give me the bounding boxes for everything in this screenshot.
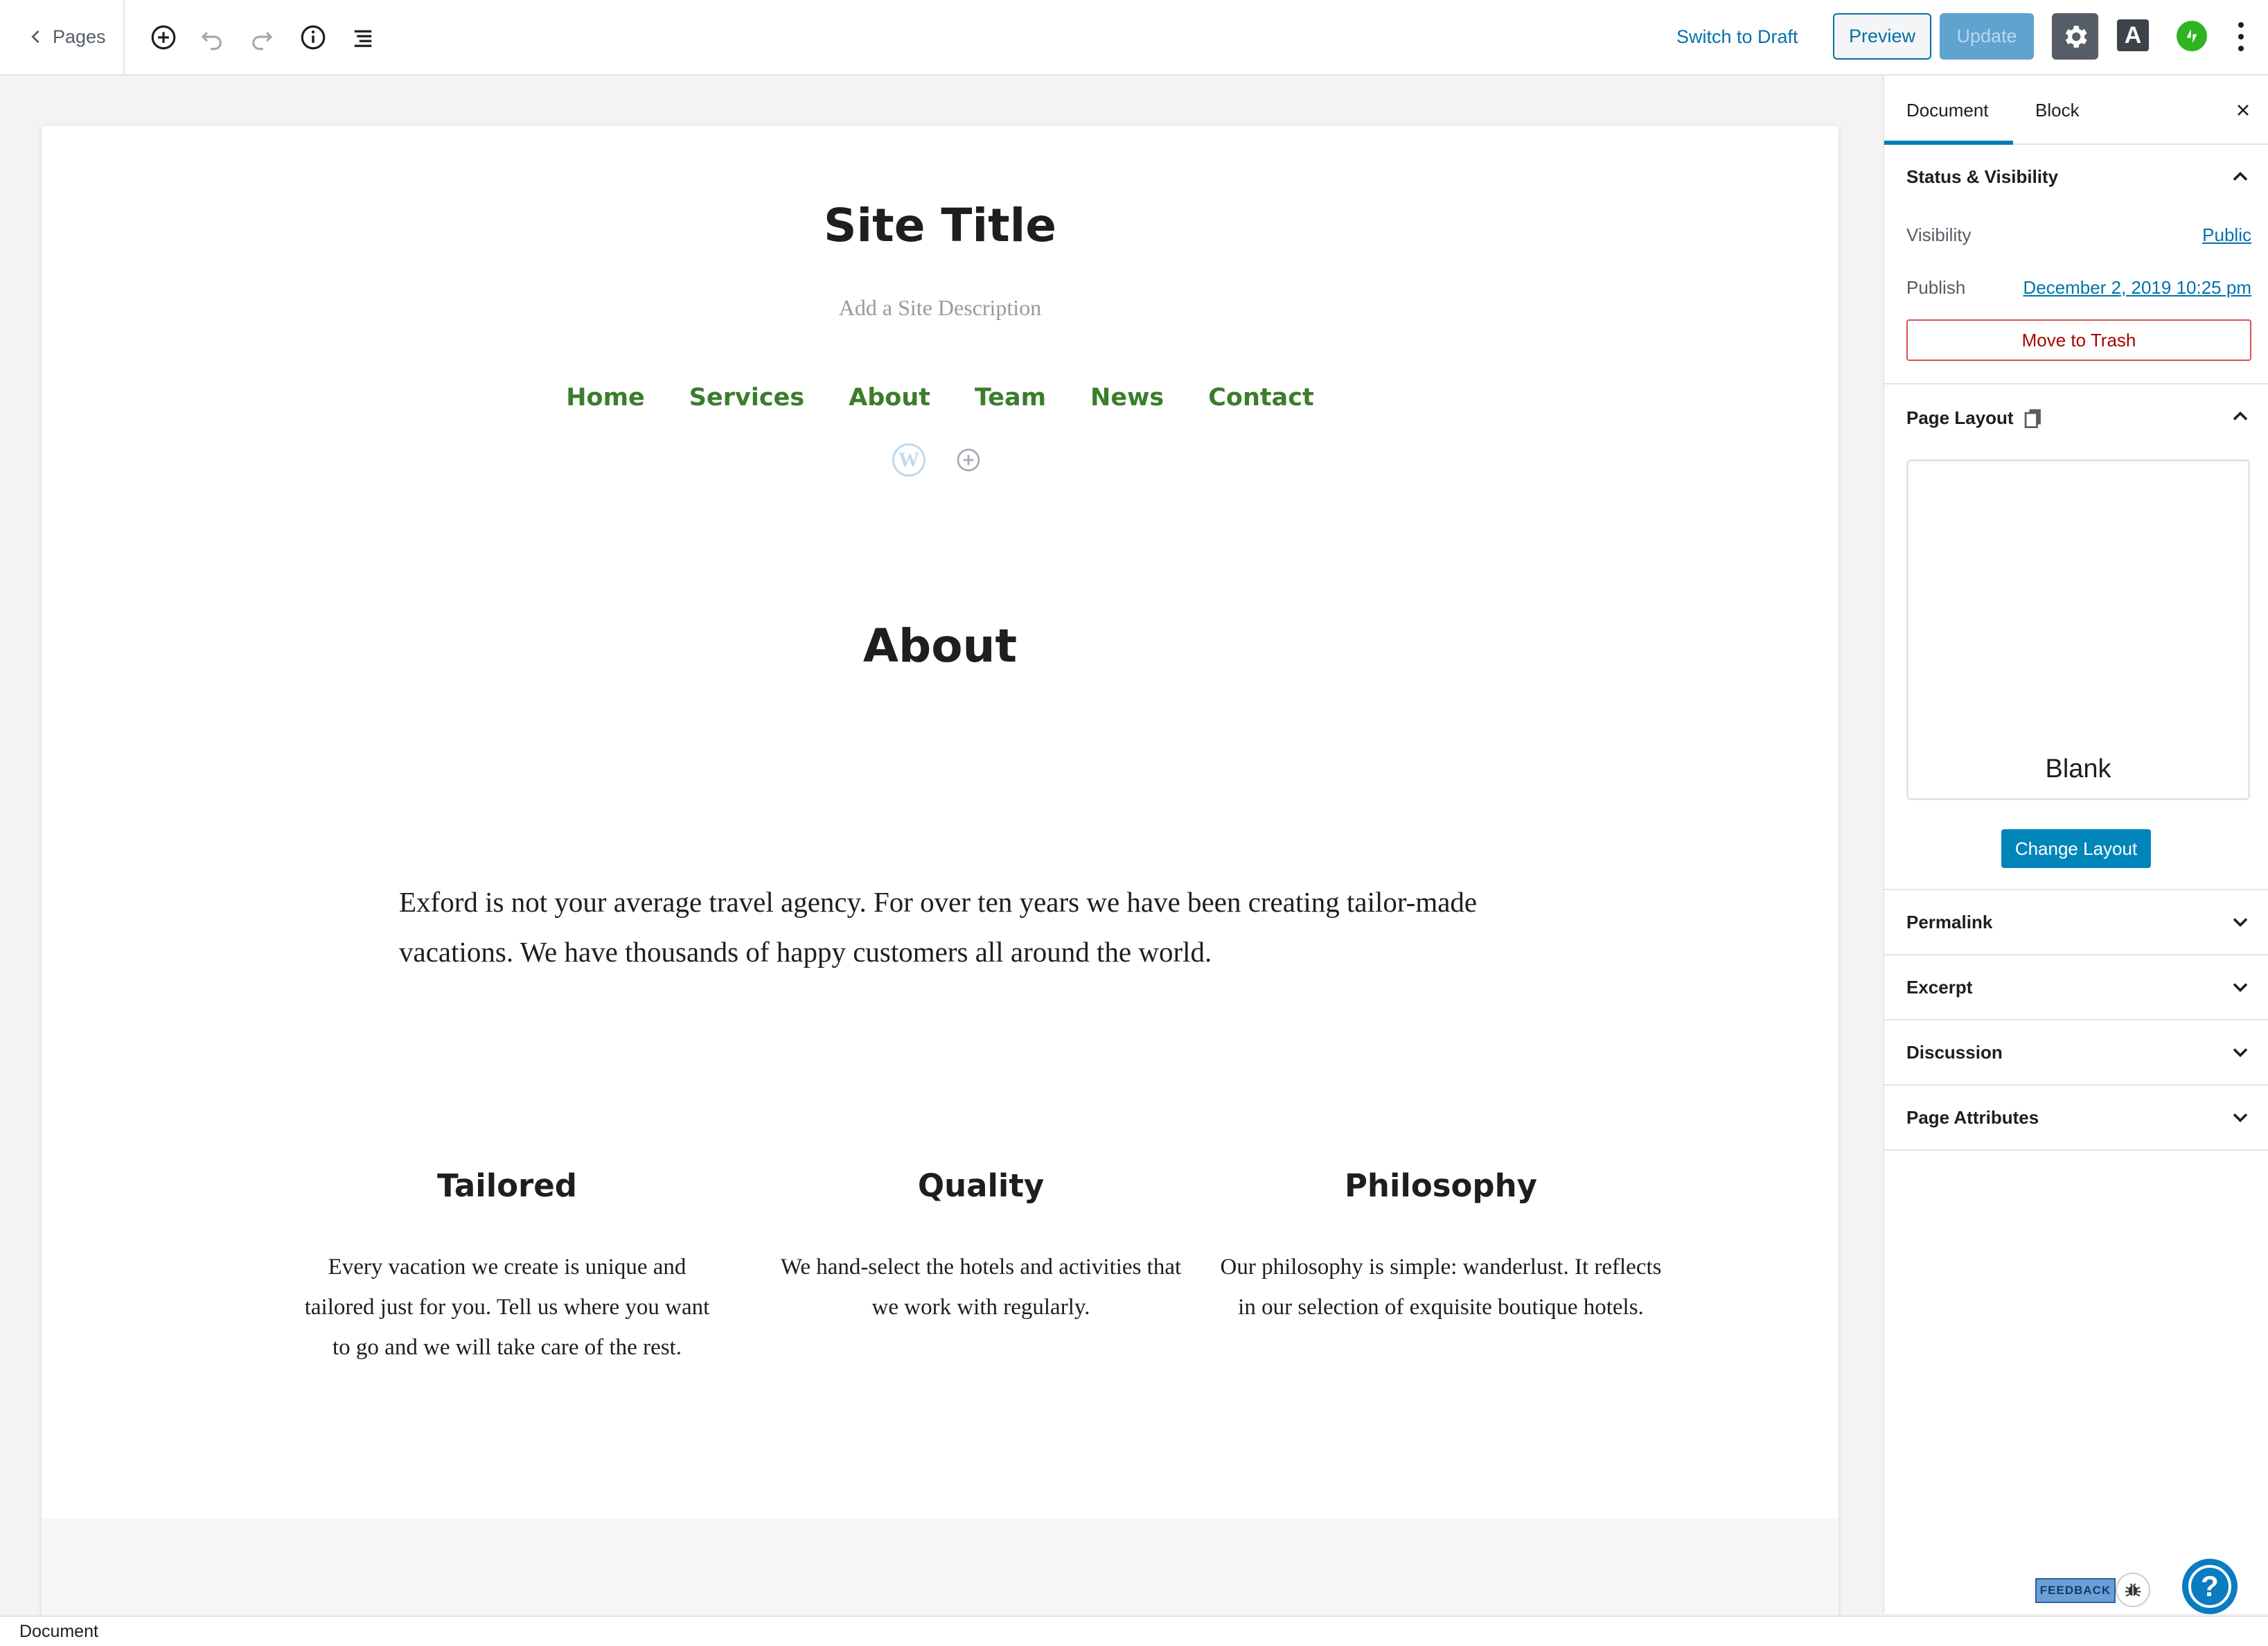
visibility-row: Visibility Public [1884, 209, 2268, 261]
chevron-down-icon [2233, 918, 2248, 928]
update-button[interactable]: Update [1940, 13, 2034, 60]
block-navigation-button[interactable] [346, 21, 380, 54]
help-icon: ? [2188, 1565, 2231, 1608]
content-info-button[interactable] [296, 21, 330, 54]
close-sidebar-button[interactable] [2231, 98, 2256, 123]
nav-item-services[interactable]: Services [689, 384, 804, 412]
back-link-label: Pages [53, 26, 106, 47]
undo-icon [201, 31, 222, 51]
chevron-down-icon [2233, 1113, 2248, 1123]
chevron-left-icon [31, 30, 39, 44]
chevron-down-icon [2233, 1048, 2248, 1058]
nav-item-contact[interactable]: Contact [1208, 384, 1313, 412]
publish-date-link[interactable]: December 2, 2019 10:25 pm [2023, 277, 2251, 299]
nav-item-news[interactable]: News [1090, 384, 1164, 412]
nav-item-about[interactable]: About [849, 384, 930, 412]
panel-title: Permalink [1906, 911, 1993, 932]
site-description[interactable]: Add a Site Description [42, 295, 1839, 321]
panel-page-attributes: Page Attributes [1884, 1086, 2268, 1151]
layout-preview-card[interactable]: Blank [1906, 459, 2250, 800]
redo-button[interactable] [245, 21, 278, 54]
feedback-button[interactable]: FEEDBACK [2035, 1578, 2116, 1603]
jetpack-icon [2186, 29, 2197, 43]
info-icon [301, 25, 326, 50]
tab-document[interactable]: Document [1906, 76, 1989, 145]
more-vertical-icon-dot [2238, 34, 2244, 39]
panel-header-discussion[interactable]: Discussion [1884, 1020, 2268, 1084]
editor-canvas[interactable]: Site Title Add a Site Description Home S… [42, 126, 1839, 1616]
font-settings-button[interactable]: A [2117, 19, 2149, 51]
wordpress-logo-icon[interactable]: W [892, 443, 925, 477]
panel-status-visibility: Status & Visibility Visibility Public Pu… [1884, 145, 2268, 384]
panel-header-layout[interactable]: Page Layout [1884, 384, 2268, 451]
panel-discussion: Discussion [1884, 1020, 2268, 1086]
chevron-down-icon [2233, 983, 2248, 993]
nav-item-team[interactable]: Team [975, 384, 1046, 412]
editor-toolbar: Pages Switch to Draft Preview Update A [0, 0, 2268, 76]
chevron-up-icon [2233, 411, 2248, 421]
breadcrumb-document[interactable]: Document [19, 1622, 98, 1642]
change-layout-button[interactable]: Change Layout [2001, 829, 2151, 868]
back-to-pages-link[interactable]: Pages [26, 19, 106, 54]
about-heading[interactable]: About [42, 619, 1839, 673]
page-layout-icon [2024, 409, 2041, 428]
panel-permalink: Permalink [1884, 890, 2268, 955]
column-text: We hand-select the hotels and activities… [780, 1255, 1182, 1320]
column-title: Philosophy [1344, 1167, 1538, 1204]
plus-circle-icon [151, 25, 176, 50]
publish-row: Publish December 2, 2019 10:25 pm [1884, 261, 2268, 314]
redo-icon [252, 31, 273, 51]
tab-block[interactable]: Block [2035, 76, 2080, 145]
layout-name: Blank [2045, 754, 2111, 784]
panel-header-status[interactable]: Status & Visibility [1884, 145, 2268, 209]
panel-title: Discussion [1906, 1041, 2003, 1063]
column-text: Every vacation we create is unique and t… [304, 1255, 710, 1360]
visibility-label: Visibility [1906, 224, 1972, 245]
canvas-footer-area [42, 1519, 1839, 1616]
panel-header-page-attributes[interactable]: Page Attributes [1884, 1086, 2268, 1149]
panel-title: Status & Visibility [1906, 166, 2059, 187]
more-vertical-icon-dot [2238, 22, 2244, 28]
column-tailored[interactable]: Tailored Every vacation we create is uni… [299, 1158, 715, 1368]
about-paragraph[interactable]: Exford is not your average travel agency… [399, 877, 1480, 977]
panel-excerpt: Excerpt [1884, 955, 2268, 1020]
panel-title: Excerpt [1906, 976, 1973, 998]
panel-header-excerpt[interactable]: Excerpt [1884, 955, 2268, 1019]
undo-button[interactable] [195, 21, 229, 54]
more-options-button[interactable] [2229, 19, 2253, 54]
panel-title: Page Attributes [1906, 1106, 2039, 1128]
column-philosophy[interactable]: Philosophy Our philosophy is simple: wan… [1212, 1158, 1669, 1327]
site-navigation: Home Services About Team News Contact [42, 384, 1839, 412]
column-title: Quality [917, 1167, 1045, 1204]
publish-label: Publish [1906, 276, 1966, 298]
panel-header-permalink[interactable]: Permalink [1884, 890, 2268, 954]
settings-sidebar: Document Block Status & Visibility Visib… [1883, 76, 2268, 1613]
preview-button[interactable]: Preview [1833, 13, 1931, 60]
gear-icon [2065, 25, 2087, 48]
site-title[interactable]: Site Title [42, 199, 1839, 252]
bug-report-icon[interactable] [2116, 1573, 2150, 1607]
jetpack-button[interactable] [2177, 21, 2207, 51]
plus-circle-icon[interactable] [955, 446, 982, 474]
visibility-toggle-link[interactable]: Public [2202, 224, 2251, 246]
panel-page-layout: Page Layout Blank Change Layout [1884, 384, 2268, 890]
column-title: Tailored [437, 1167, 577, 1204]
help-button[interactable]: ? [2182, 1559, 2238, 1614]
panel-title: Page Layout [1906, 407, 2014, 428]
navigation-extras: W [892, 443, 982, 477]
nav-item-home[interactable]: Home [566, 384, 645, 412]
add-block-button[interactable] [147, 21, 180, 54]
move-to-trash-button[interactable]: Move to Trash [1906, 319, 2251, 361]
column-text: Our philosophy is simple: wanderlust. It… [1220, 1255, 1662, 1320]
chevron-up-icon [2233, 171, 2248, 181]
toolbar-divider [123, 0, 125, 74]
list-view-icon [354, 30, 372, 47]
settings-button[interactable] [2052, 13, 2098, 60]
column-quality[interactable]: Quality We hand-select the hotels and ac… [773, 1158, 1189, 1327]
close-icon [2238, 105, 2249, 116]
switch-to-draft-button[interactable]: Switch to Draft [1676, 22, 1798, 51]
sidebar-tabs: Document Block [1884, 76, 2268, 145]
block-breadcrumb-bar: Document [0, 1616, 2268, 1646]
more-vertical-icon-dot [2238, 46, 2244, 51]
